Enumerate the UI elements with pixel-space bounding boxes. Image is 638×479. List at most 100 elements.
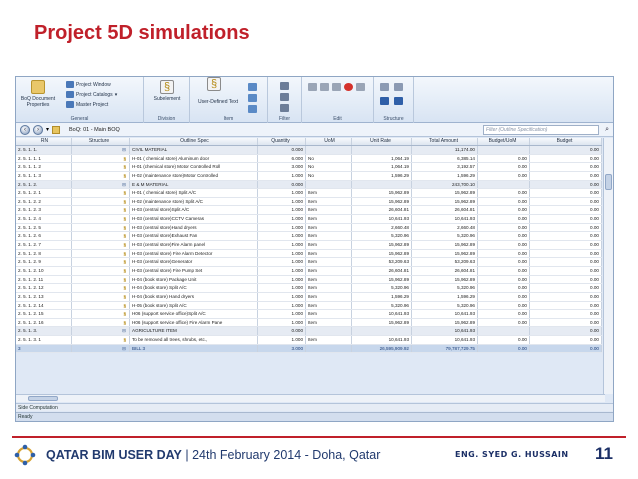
cell-total-amount[interactable]: 26,604.81 <box>412 206 478 215</box>
cell-total-amount[interactable]: 11,174.00 <box>412 146 478 154</box>
column-header-uom[interactable]: UoM <box>306 138 352 145</box>
cell-budget[interactable]: 0.00 <box>530 266 602 275</box>
cell-structure[interactable]: § <box>72 258 130 266</box>
cell-budget[interactable]: 0.00 <box>530 189 602 197</box>
insert-icon[interactable] <box>248 83 257 91</box>
table-row[interactable]: 2. 5. 1. 1. 1 § H-01 ( chemical store) Alu… <box>16 154 602 164</box>
table-row[interactable]: 2. 5. 1. 3. 1 § To be removed all trees, s… <box>16 336 602 345</box>
column-header-outline-spec[interactable]: Outline Spec <box>130 138 258 145</box>
cell-rn[interactable]: 2. 5. 1. 2. 8 <box>16 249 72 258</box>
cell-outline-spec[interactable]: H-04 (book store) Package Unit <box>130 275 258 284</box>
cell-outline-spec[interactable]: H-03 (central store)Exhaust Fan <box>130 232 258 241</box>
cell-budget[interactable]: 0.00 <box>530 223 602 232</box>
cell-quantity[interactable]: 1.000 <box>258 266 306 275</box>
column-header-total-amount[interactable]: Total Amount <box>412 138 478 145</box>
cell-outline-spec[interactable]: H-03 (central store)Split A/C <box>130 206 258 215</box>
cell-total-amount[interactable]: 1,596.29 <box>412 171 478 180</box>
cell-quantity[interactable]: 0.000 <box>258 146 306 154</box>
move-icon[interactable] <box>248 94 257 102</box>
cell-budget-uom[interactable] <box>478 146 530 154</box>
cell-total-amount[interactable]: 1,596.29 <box>412 292 478 301</box>
cell-unit-rate[interactable]: 15,962.89 <box>352 318 412 327</box>
cell-rn[interactable]: 2. 5. 1. 1. 3 <box>16 171 72 180</box>
cell-uom[interactable]: Item <box>306 318 352 327</box>
cell-unit-rate[interactable]: 15,962.89 <box>352 241 412 249</box>
delete-icon[interactable] <box>344 83 353 91</box>
cell-quantity[interactable]: 1.000 <box>258 284 306 292</box>
cut-icon[interactable] <box>308 83 317 91</box>
cell-quantity[interactable]: 1.000 <box>258 241 306 249</box>
table-row[interactable]: 2. 5. 1. 2. ⊟ E & M MATERIAL 0.000 243,700.1… <box>16 180 602 190</box>
cell-unit-rate[interactable]: 10,641.93 <box>352 310 412 318</box>
cell-total-amount[interactable]: 15,962.89 <box>412 318 478 327</box>
table-row[interactable]: 2. 5. 1. 2. 2 § H-02 (maintenance store) S… <box>16 197 602 207</box>
cell-total-amount[interactable]: 6,385.14 <box>412 154 478 163</box>
cell-unit-rate[interactable]: 53,209.63 <box>352 258 412 266</box>
cell-rn[interactable]: 2. 5. 1. 2. 4 <box>16 215 72 223</box>
table-row[interactable]: 2. 5. 1. 2. 6 § H-03 (central store)Exhaus… <box>16 232 602 242</box>
cell-structure[interactable]: § <box>72 275 130 284</box>
cell-budget-uom[interactable]: 0.00 <box>478 163 530 171</box>
cell-rn[interactable]: 2. 5. 1. 2. 16 <box>16 318 72 327</box>
cell-uom[interactable]: Item <box>306 292 352 301</box>
cell-rn[interactable]: 2. 5. 1. 2. 11 <box>16 275 72 284</box>
cell-total-amount[interactable]: 15,962.89 <box>412 249 478 258</box>
cell-outline-spec[interactable]: To be removed all trees, shrubs, etc., <box>130 336 258 344</box>
cell-rn[interactable]: 2. 5. 1. 2. 5 <box>16 223 72 232</box>
cell-quantity[interactable]: 3.000 <box>258 344 306 353</box>
cell-uom[interactable]: Item <box>306 223 352 232</box>
cell-budget-uom[interactable]: 0.00 <box>478 232 530 241</box>
cell-budget-uom[interactable]: 0.00 <box>478 223 530 232</box>
cell-quantity[interactable]: 6.000 <box>258 154 306 163</box>
cell-unit-rate[interactable]: 26,595,909.92 <box>352 344 412 353</box>
cell-unit-rate[interactable]: 26,604.81 <box>352 266 412 275</box>
cell-quantity[interactable]: 1.000 <box>258 206 306 215</box>
cell-structure[interactable]: § <box>72 310 130 318</box>
cell-budget-uom[interactable]: 0.00 <box>478 292 530 301</box>
table-row[interactable]: 2. 5. 1. 2. 5 § H-03 (central store)Hand d… <box>16 223 602 233</box>
cell-uom[interactable]: Item <box>306 258 352 266</box>
cell-structure[interactable]: ⊟ <box>72 180 130 189</box>
arrange-icon[interactable] <box>248 105 257 113</box>
cell-uom[interactable]: Item <box>306 266 352 275</box>
cell-budget-uom[interactable] <box>478 180 530 189</box>
cell-unit-rate[interactable]: 15,962.89 <box>352 249 412 258</box>
cell-unit-rate[interactable] <box>352 327 412 336</box>
expand-icon[interactable] <box>394 83 403 91</box>
cell-budget-uom[interactable]: 0.00 <box>478 206 530 215</box>
cell-uom[interactable] <box>306 146 352 154</box>
master-project-button[interactable]: Master Project <box>66 101 108 108</box>
arrow-up-icon[interactable] <box>380 97 389 105</box>
side-computation-panel[interactable]: Side Computation <box>16 403 613 411</box>
cell-unit-rate[interactable]: 5,320.96 <box>352 301 412 310</box>
cell-budget[interactable]: 0.00 <box>530 180 602 189</box>
cell-total-amount[interactable]: 2,660.48 <box>412 223 478 232</box>
filter-clear-icon[interactable] <box>280 93 289 101</box>
cell-uom[interactable]: Item <box>306 275 352 284</box>
cell-quantity[interactable]: 1.000 <box>258 310 306 318</box>
table-row[interactable]: 2. 5. 1. 2. 8 § H-03 (central store) Fire … <box>16 249 602 259</box>
cell-unit-rate[interactable] <box>352 180 412 189</box>
cell-budget[interactable]: 0.00 <box>530 301 602 310</box>
cell-budget-uom[interactable]: 0.00 <box>478 336 530 344</box>
cell-total-amount[interactable]: 15,962.89 <box>412 241 478 249</box>
cell-rn[interactable]: 2. 5. 1. 2. 9 <box>16 258 72 266</box>
cell-unit-rate[interactable]: 1,064.19 <box>352 154 412 163</box>
cell-outline-spec[interactable]: H-03 (central store)Fire Alarm panel <box>130 241 258 249</box>
cell-rn[interactable]: 2. 5. 1. 2. 7 <box>16 241 72 249</box>
cell-uom[interactable]: Item <box>306 301 352 310</box>
cell-structure[interactable]: § <box>72 241 130 249</box>
cell-budget-uom[interactable]: 0.00 <box>478 154 530 163</box>
cell-total-amount[interactable]: 10,641.93 <box>412 310 478 318</box>
cell-structure[interactable]: § <box>72 318 130 327</box>
cell-budget-uom[interactable]: 0.00 <box>478 197 530 206</box>
table-row[interactable]: 2. 5. 1. 2. 7 § H-03 (central store)Fire A… <box>16 241 602 250</box>
column-header-unit-rate[interactable]: Unit Rate <box>352 138 412 145</box>
cell-structure[interactable]: § <box>72 197 130 206</box>
table-row[interactable]: 2. 5. 1. 2. 14 § H-05 (book store) Split A… <box>16 301 602 311</box>
cell-total-amount[interactable]: 10,641.93 <box>412 215 478 223</box>
cell-uom[interactable]: Item <box>306 215 352 223</box>
column-header-structure[interactable]: Structure <box>72 138 130 145</box>
copy-icon[interactable] <box>320 83 329 91</box>
cell-structure[interactable]: § <box>72 189 130 197</box>
